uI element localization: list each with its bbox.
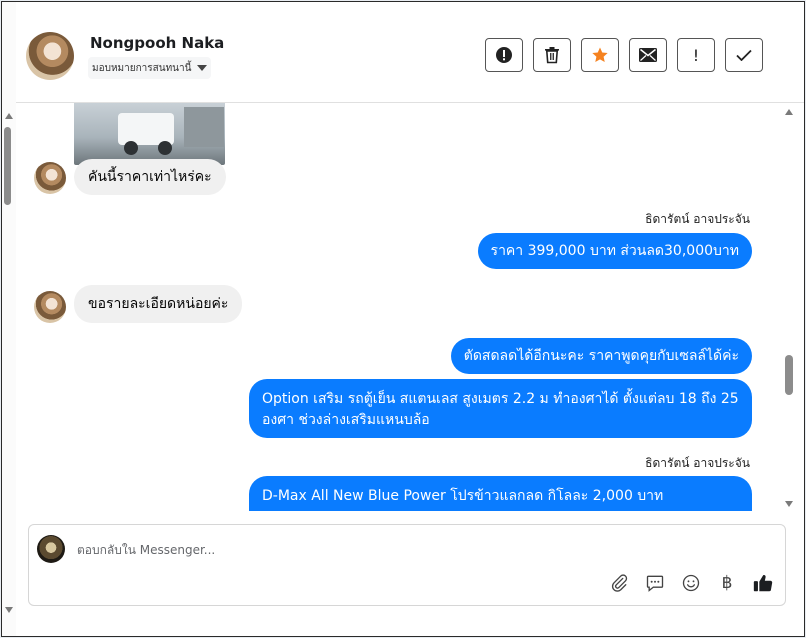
scroll-up-arrow[interactable] [785,109,793,115]
envelope-icon [639,48,657,62]
contact-mini-avatar [34,162,66,194]
baht-icon: ฿ [721,573,733,593]
emoji-button[interactable] [679,571,703,595]
scroll-up-arrow[interactable] [5,113,13,119]
scroll-thumb[interactable] [785,355,793,395]
mark-unread-button[interactable] [629,38,667,72]
assign-conversation-dropdown[interactable]: มอบหมายการสนทนานี้ [88,57,212,79]
reply-composer[interactable]: ตอบกลับใน Messenger... ฿ [28,524,786,606]
vehicle-photo-attachment[interactable] [74,103,225,165]
like-button[interactable] [751,571,775,595]
assign-label: มอบหมายการสนทนานี้ [92,62,192,74]
trash-icon [545,47,559,64]
paperclip-icon [611,574,628,592]
alert-circle-icon [496,47,512,63]
composer-tools: ฿ [607,571,775,595]
contact-name[interactable]: Nongpooh Naka [90,34,224,52]
sender-name: ธิดารัตน์ อาจประจัน [645,456,750,470]
message-thread[interactable]: คันนี้ราคาเท่าไหร่คะ ธิดารัตน์ อาจประจัน… [16,103,780,511]
outgoing-message[interactable]: D-Max All New Blue Power โปรข้าวแลกลด กิ… [249,476,752,511]
attach-button[interactable] [607,571,631,595]
outgoing-message[interactable]: ตัดสดลดได้อีกนะคะ ราคาพูดคุยกับเซลล์ได้ค… [450,338,752,374]
incoming-message[interactable]: คันนี้ราคาเท่าไหร่คะ [74,159,226,195]
incoming-message[interactable]: ขอรายละเอียดหน่อยค่ะ [74,285,243,323]
outgoing-message[interactable]: Option เสริม รถตู้เย็น สแตนเลส สูงเมตร 2… [249,379,752,438]
page-avatar [37,535,65,563]
delete-button[interactable] [533,38,571,72]
star-icon [592,47,608,63]
photo-building [184,107,224,147]
scroll-thumb[interactable] [4,127,11,205]
caret-down-icon [197,65,208,71]
exclamation-icon: ! [692,45,700,65]
scroll-down-arrow[interactable] [785,501,793,507]
emoji-icon [682,574,700,592]
sender-name: ธิดารัตน์ อาจประจัน [645,212,750,226]
saved-reply-icon [646,575,664,592]
mark-done-button[interactable] [725,38,763,72]
star-button[interactable] [581,38,619,72]
reply-input[interactable]: ตอบกลับใน Messenger... [77,541,215,560]
contact-avatar[interactable] [26,32,74,80]
page-scrollbar[interactable] [2,2,16,636]
check-icon [736,49,752,61]
photo-wheel [158,141,172,155]
conversation-header: Nongpooh Naka มอบหมายการสนทนานี้ ! [16,2,804,103]
contact-mini-avatar [34,291,66,323]
app-window: Nongpooh Naka มอบหมายการสนทนานี้ ! คันนี… [1,1,805,637]
header-actions: ! [485,38,763,72]
important-button[interactable]: ! [677,38,715,72]
payment-button[interactable]: ฿ [715,571,739,595]
thumbs-up-icon [753,575,773,592]
mark-spam-button[interactable] [485,38,523,72]
thread-scrollbar[interactable] [782,103,796,513]
photo-wheel [124,141,138,155]
outgoing-message[interactable]: ราคา 399,000 บาท ส่วนลด30,000บาท [477,233,752,269]
scroll-down-arrow[interactable] [5,607,13,613]
saved-replies-button[interactable] [643,571,667,595]
